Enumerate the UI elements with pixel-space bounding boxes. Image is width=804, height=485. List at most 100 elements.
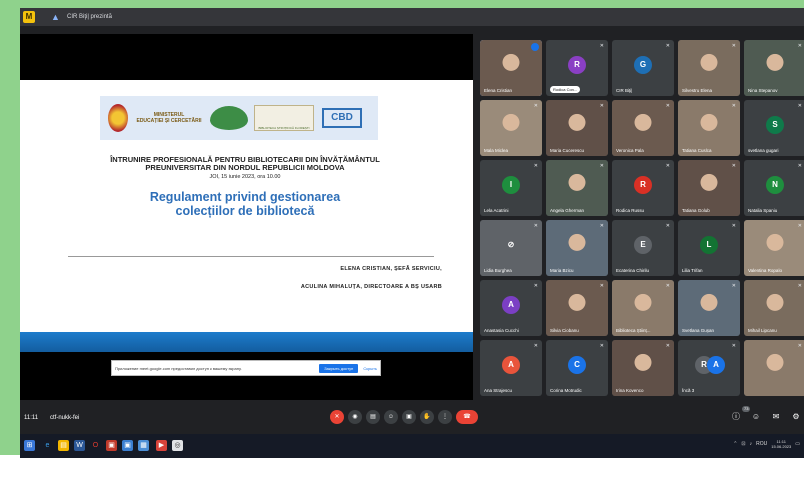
participant-tile[interactable]: ✕ Veronica Pala	[612, 100, 674, 156]
mic-muted-icon: ✕	[533, 343, 538, 349]
word-icon[interactable]: W	[74, 440, 85, 451]
participant-tile[interactable]: A ✕ Ana Strajescu	[480, 340, 542, 396]
participant-tile[interactable]: Elena Cristian	[480, 40, 542, 96]
mic-muted-icon: ✕	[599, 103, 604, 109]
participant-name: Silvestru Elena	[682, 88, 713, 93]
participant-name: Silvia Ciobanu	[550, 328, 579, 333]
participant-name: Ecaterina Chirilu	[616, 268, 650, 273]
mic-muted-icon: ✕	[533, 283, 538, 289]
participant-name: Angela Gherman	[550, 208, 585, 213]
participant-name: Maria Bzicu	[550, 268, 574, 273]
mic-off-button[interactable]: ✕	[330, 410, 344, 424]
network-icon[interactable]: ⊡	[741, 441, 745, 447]
participant-tile[interactable]: A ✕ Anastasia Cucchi	[480, 280, 542, 336]
participant-tile[interactable]: L ✕ Lilia Trifan	[678, 220, 740, 276]
chat-icon[interactable]: ✉	[770, 411, 782, 423]
present-button[interactable]: ▣	[402, 410, 416, 424]
captions-button[interactable]: ▤	[366, 410, 380, 424]
windows-start-icon[interactable]: ⊞	[24, 440, 35, 451]
mic-muted-icon: ✕	[665, 223, 670, 229]
opera-icon[interactable]: O	[90, 440, 101, 451]
chrome-icon[interactable]: ◎	[172, 440, 183, 451]
participant-tile[interactable]: G ✕ CIR Biţi|	[612, 40, 674, 96]
mic-muted-icon: ✕	[599, 343, 604, 349]
participant-tile[interactable]: S ✕ svetlana gugari	[744, 100, 804, 156]
avatar: A	[502, 355, 520, 374]
more-avatar: A	[707, 355, 725, 374]
camera-button[interactable]: ◉	[348, 410, 362, 424]
participant-tile[interactable]: R A ✕ Încă 3	[678, 340, 740, 396]
avatar: N	[766, 175, 784, 194]
participant-name: Natalia Spaniu	[748, 208, 778, 213]
participant-tile[interactable]: R ✕ Rodica Russu	[612, 160, 674, 216]
edge-icon[interactable]: e	[42, 440, 53, 451]
participant-tile[interactable]: ✕ Silvestru Elena	[678, 40, 740, 96]
mic-muted-icon: ✕	[731, 163, 736, 169]
mic-muted-icon: ✕	[533, 223, 538, 229]
participant-name: svetlana gugari	[748, 148, 779, 153]
participant-tile[interactable]: ✕ Valentina Ropalo	[744, 220, 804, 276]
participant-tile[interactable]: ✕ Mala Miclea	[480, 100, 542, 156]
participant-name: Veronica Pala	[616, 148, 644, 153]
participant-name: Svetlana Gușan	[682, 328, 715, 333]
participant-tile[interactable]: E ✕ Ecaterina Chirilu	[612, 220, 674, 276]
app-icon-blue[interactable]: ▣	[122, 440, 133, 451]
mic-muted-icon: ✕	[533, 103, 538, 109]
participant-name: Valentina Ropalo	[748, 268, 782, 273]
participant-tile[interactable]: ✕ Mihail Lipcanu	[744, 280, 804, 336]
leave-call-button[interactable]: ☎	[456, 410, 478, 424]
participant-tile[interactable]: ⊘ ✕ Lidia Burghea	[480, 220, 542, 276]
participant-tile[interactable]: N ✕ Natalia Spaniu	[744, 160, 804, 216]
participant-name: Încă 3	[682, 388, 695, 393]
mic-muted-icon: ✕	[797, 343, 802, 349]
taskbar-clock[interactable]: 11:11 15.06.2023	[771, 439, 791, 449]
mic-muted-icon: ✕	[665, 163, 670, 169]
language-indicator[interactable]: ROU	[756, 441, 767, 447]
participant-tile[interactable]: ✕ Maria Bzicu	[546, 220, 608, 276]
mic-muted-icon: ✕	[731, 343, 736, 349]
participant-tile[interactable]: ✕ Nina Stepanov	[744, 40, 804, 96]
participant-tile[interactable]: ✕ Tatiana Golub	[678, 160, 740, 216]
mic-muted-icon: ✕	[533, 163, 538, 169]
tray-arrow-icon[interactable]: ⌃	[733, 441, 737, 447]
photos-icon[interactable]: ▦	[138, 440, 149, 451]
emoji-button[interactable]: ☺	[384, 410, 398, 424]
participant-tile[interactable]: ✕ Angela Gherman	[546, 160, 608, 216]
avatar: C	[568, 355, 586, 374]
participant-name: Corina Motrudic	[550, 388, 582, 393]
participant-video	[744, 340, 804, 396]
avatar: S	[766, 115, 784, 134]
system-tray: ⌃ ⊡ ♪ ROU 11:11 15.06.2023 ▭	[733, 439, 800, 449]
participant-tile[interactable]: R ✕ Rodica Con...	[546, 40, 608, 96]
participant-name: Lela Acatrini	[484, 208, 509, 213]
participant-tile[interactable]: ✕ Tatiana Cuslca	[678, 100, 740, 156]
more-options-button[interactable]: ⋮	[438, 410, 452, 424]
participant-name: Lidia Burghea	[484, 268, 512, 273]
participant-tile[interactable]: ✕ Irina Kovenco	[612, 340, 674, 396]
participant-tile[interactable]: I ✕ Lela Acatrini	[480, 160, 542, 216]
file-explorer-icon[interactable]: ▤	[58, 440, 69, 451]
call-controls: ✕ ◉ ▤ ☺ ▣ ✋ ⋮ ☎	[330, 410, 478, 428]
participant-name: Maria Cucerescu	[550, 148, 585, 153]
participant-tile[interactable]: ✕	[744, 340, 804, 396]
participant-tile[interactable]: ✕ Biblioteca Științ...	[612, 280, 674, 336]
participant-tile[interactable]: ✕ Svetlana Gușan	[678, 280, 740, 336]
people-icon[interactable]: 73 ☺	[742, 406, 762, 423]
participant-tile[interactable]: C ✕ Corina Motrudic	[546, 340, 608, 396]
participant-name: CIR Biţi|	[616, 88, 633, 93]
info-icon[interactable]: ⓘ	[730, 411, 742, 423]
avatar: L	[700, 235, 718, 254]
participant-tile[interactable]: ✕ Silvia Ciobanu	[546, 280, 608, 336]
raise-hand-button[interactable]: ✋	[420, 410, 434, 424]
activities-icon[interactable]: ⚙	[790, 411, 802, 423]
mic-muted-icon: ✕	[599, 223, 604, 229]
notifications-icon[interactable]: ▭	[795, 441, 800, 447]
volume-icon[interactable]: ♪	[750, 441, 753, 447]
participant-tile[interactable]: ✕ Maria Cucerescu	[546, 100, 608, 156]
app-icon-media[interactable]: ▶	[156, 440, 167, 451]
meeting-controls-bar: 11:11 ctf-nukk-fei ✕ ◉ ▤ ☺ ▣ ✋ ⋮ ☎ ⓘ 73 ☺…	[20, 406, 804, 430]
meeting-side-controls: ⓘ 73 ☺ ✉ ⚙	[730, 406, 802, 423]
app-icon-red[interactable]: ▣	[106, 440, 117, 451]
mic-muted-icon: ✕	[797, 43, 802, 49]
avatar: I	[502, 175, 520, 194]
